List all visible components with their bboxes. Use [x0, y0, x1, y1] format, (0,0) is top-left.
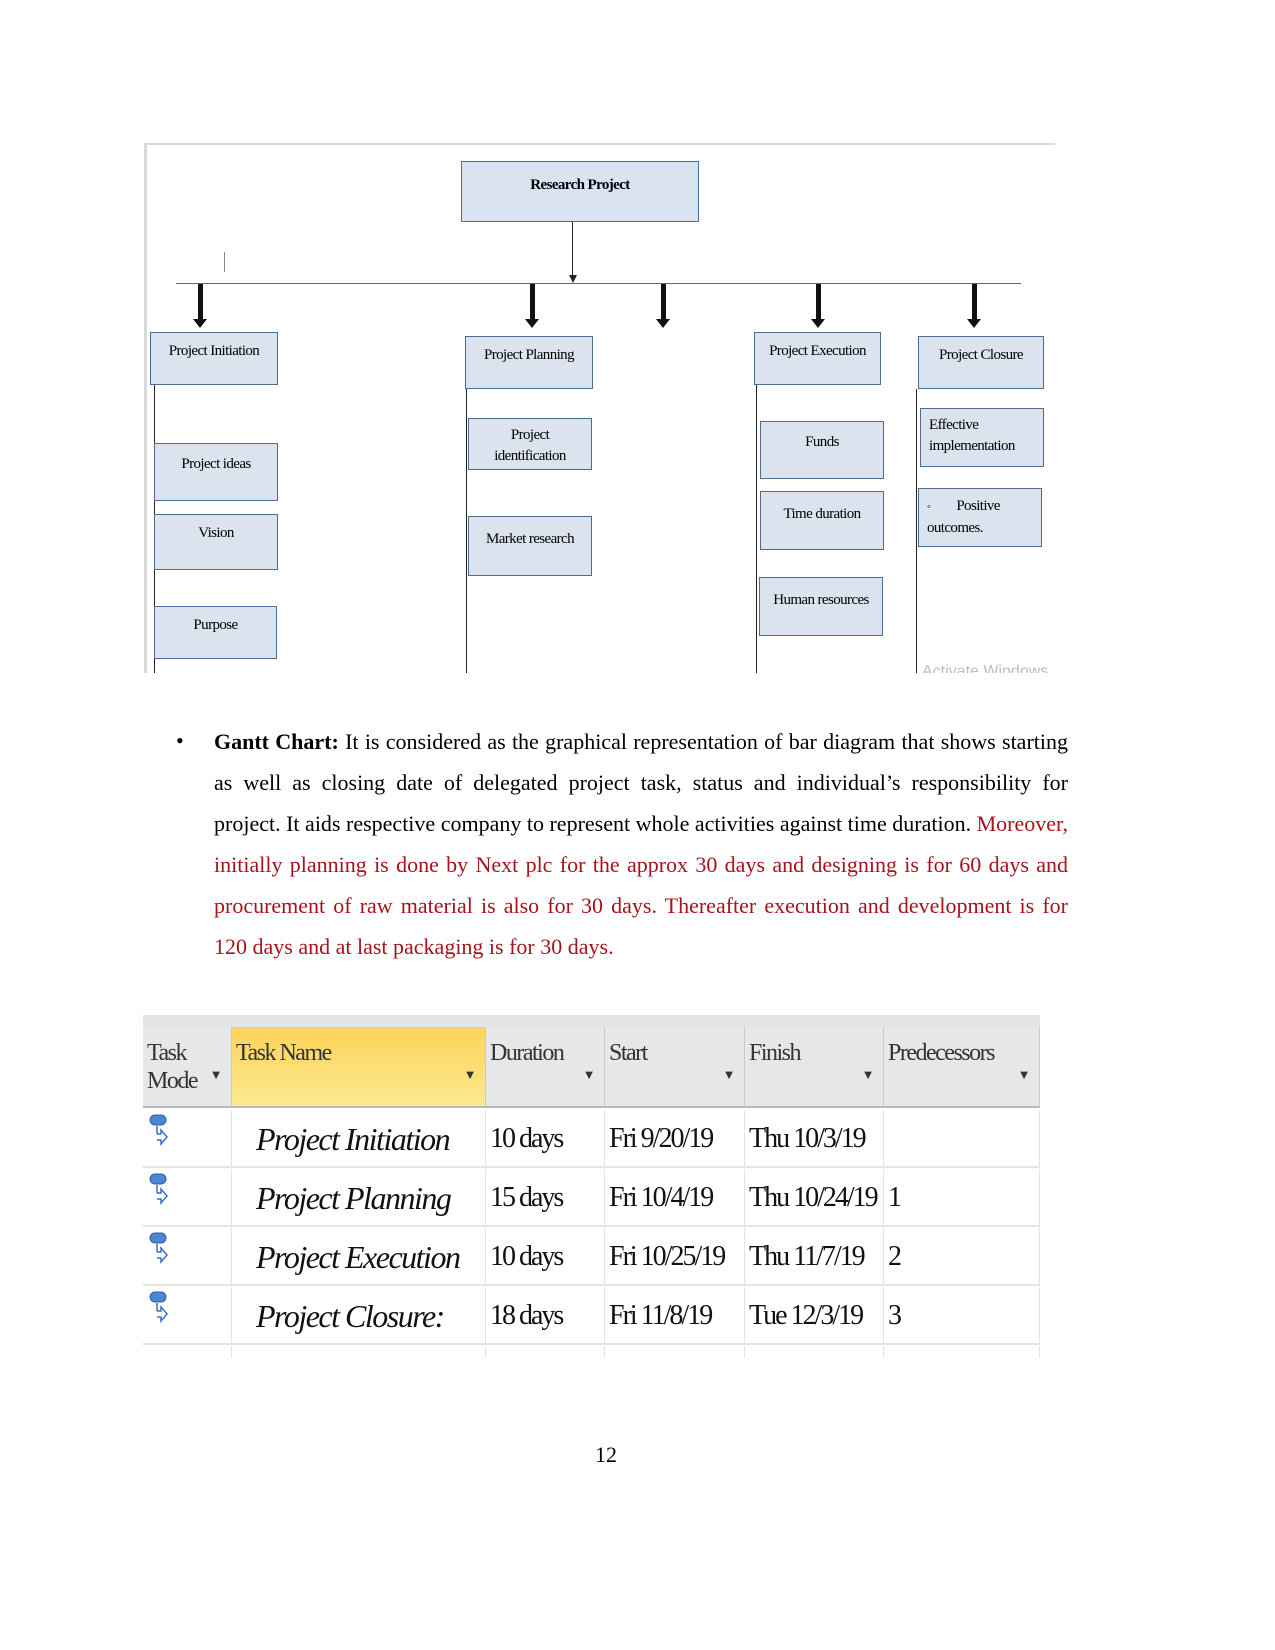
- auto-scheduled-icon: [149, 1114, 168, 1147]
- child-box: Project identification: [468, 418, 592, 470]
- cell-start[interactable]: Fri 10/4/19: [605, 1169, 745, 1227]
- arrow-down-icon: [811, 284, 825, 328]
- cell-duration[interactable]: 15 days: [486, 1169, 605, 1227]
- branch-box-closure: Project Closure: [918, 336, 1044, 389]
- child-box: Funds: [760, 421, 884, 479]
- column-header-predecessors[interactable]: Predecessors ▼: [884, 1027, 1040, 1108]
- header-label: Duration: [490, 1040, 565, 1066]
- auto-scheduled-icon: [149, 1232, 168, 1265]
- table-row-partial: [143, 1346, 1040, 1358]
- cell-name[interactable]: Project Execution: [232, 1228, 486, 1286]
- arrow-down-icon: [525, 284, 539, 328]
- child-box: Effective implementation: [920, 408, 1044, 467]
- cell-predecessors[interactable]: [884, 1110, 1040, 1168]
- dropdown-arrow-icon[interactable]: ▼: [723, 1061, 736, 1089]
- empty-cell: [486, 1346, 605, 1358]
- text-cursor-mark: [224, 252, 225, 272]
- cell-task-mode[interactable]: [143, 1110, 232, 1168]
- table-row[interactable]: Project Planning 15 days Fri 10/4/19 Thu 10…: [143, 1169, 1040, 1227]
- empty-cell: [884, 1346, 1040, 1358]
- branch-box-execution: Project Execution: [754, 332, 881, 385]
- cell-finish[interactable]: Thu 10/24/19: [745, 1169, 884, 1227]
- column-header-task-name[interactable]: Task Name ▼: [232, 1027, 486, 1108]
- cell-predecessors[interactable]: 1: [884, 1169, 1040, 1227]
- child-box: Project ideas: [154, 443, 278, 501]
- cell-start[interactable]: Fri 11/8/19: [605, 1287, 745, 1345]
- header-label: Task Name: [236, 1040, 332, 1066]
- root-connector: [572, 222, 573, 276]
- dropdown-arrow-icon[interactable]: ▼: [464, 1061, 477, 1089]
- cell-duration[interactable]: 18 days: [486, 1287, 605, 1345]
- column-header-duration[interactable]: Duration ▼: [486, 1027, 605, 1108]
- paragraph-text: It is considered as the graphical repres…: [214, 729, 1068, 836]
- cell-predecessors[interactable]: 3: [884, 1287, 1040, 1345]
- page-number: 12: [595, 1442, 617, 1467]
- cell-finish[interactable]: Thu 10/3/19: [745, 1110, 884, 1168]
- dropdown-arrow-icon[interactable]: ▼: [210, 1061, 223, 1089]
- table-row[interactable]: Project Closure: 18 days Fri 11/8/19 Tue 12…: [143, 1287, 1040, 1345]
- diagram-frame-left: [144, 143, 147, 673]
- bullet-icon: •: [176, 728, 184, 753]
- dropdown-arrow-icon[interactable]: ▼: [583, 1061, 596, 1089]
- dropdown-arrow-icon[interactable]: ▼: [1018, 1061, 1031, 1089]
- child-box: Market research: [468, 516, 592, 576]
- column-header-start[interactable]: Start ▼: [605, 1027, 745, 1108]
- cell-name[interactable]: Project Closure:: [232, 1287, 486, 1345]
- arrow-down-icon: [967, 284, 981, 328]
- child-box: Human resources: [759, 577, 883, 636]
- empty-cell: [605, 1346, 745, 1358]
- header-label: Task Mode: [147, 1040, 199, 1094]
- child-box-text: Positive outcomes.: [927, 498, 1000, 536]
- gantt-paragraph: Gantt Chart: It is considered as the gra…: [214, 721, 1068, 967]
- cell-task-mode[interactable]: [143, 1228, 232, 1286]
- hollow-bullet-icon: ◦: [927, 501, 931, 513]
- auto-scheduled-icon: [149, 1291, 168, 1324]
- cell-start[interactable]: Fri 10/25/19: [605, 1228, 745, 1286]
- child-box-positive-outcomes: ◦ Positive outcomes.: [918, 488, 1042, 547]
- arrow-down-icon: [656, 284, 670, 328]
- planning-spine: [466, 389, 467, 673]
- cell-name[interactable]: Project Planning: [232, 1169, 486, 1227]
- cell-predecessors[interactable]: 2: [884, 1228, 1040, 1286]
- column-header-task-mode[interactable]: Task Mode ▼: [143, 1027, 232, 1108]
- execution-spine: [756, 385, 757, 673]
- cell-duration[interactable]: 10 days: [486, 1228, 605, 1286]
- empty-cell: [232, 1346, 486, 1358]
- root-arrow-icon: [569, 275, 577, 283]
- branch-box-initiation: Project Initiation: [150, 332, 278, 385]
- cell-start[interactable]: Fri 9/20/19: [605, 1110, 745, 1168]
- child-box: Time duration: [760, 491, 884, 550]
- cell-task-mode[interactable]: [143, 1169, 232, 1227]
- diagram-frame-top: [145, 143, 1055, 145]
- cell-task-mode[interactable]: [143, 1287, 232, 1345]
- empty-cell: [745, 1346, 884, 1358]
- branch-box-planning: Project Planning: [465, 336, 593, 389]
- cell-finish[interactable]: Tue 12/3/19: [745, 1287, 884, 1345]
- activate-windows-watermark: Activate Windows: [922, 663, 1049, 673]
- column-header-finish[interactable]: Finish ▼: [745, 1027, 884, 1108]
- header-label: Finish: [749, 1040, 802, 1066]
- document-page: Research Project Project Initiation Proj…: [0, 0, 1275, 1650]
- empty-cell: [143, 1346, 232, 1358]
- cell-duration[interactable]: 10 days: [486, 1110, 605, 1168]
- paragraph-term: Gantt Chart:: [214, 729, 339, 754]
- header-label: Predecessors: [888, 1040, 995, 1066]
- branch-connector: [176, 283, 1021, 284]
- auto-scheduled-icon: [149, 1173, 168, 1206]
- child-box: Purpose: [154, 606, 277, 659]
- diagram-root-box: Research Project: [461, 161, 699, 222]
- cell-name[interactable]: Project Initiation: [232, 1110, 486, 1168]
- table-row[interactable]: Project Execution 10 days Fri 10/25/19 Thu …: [143, 1228, 1040, 1286]
- header-label: Start: [609, 1040, 648, 1066]
- arrow-down-icon: [193, 284, 207, 328]
- dropdown-arrow-icon[interactable]: ▼: [862, 1061, 875, 1089]
- gantt-table-topbar: [143, 1015, 1040, 1027]
- cell-finish[interactable]: Thu 11/7/19: [745, 1228, 884, 1286]
- child-box: Vision: [154, 514, 278, 570]
- closure-spine: [916, 389, 917, 673]
- table-row[interactable]: Project Initiation 10 days Fri 9/20/19 Thu …: [143, 1110, 1040, 1168]
